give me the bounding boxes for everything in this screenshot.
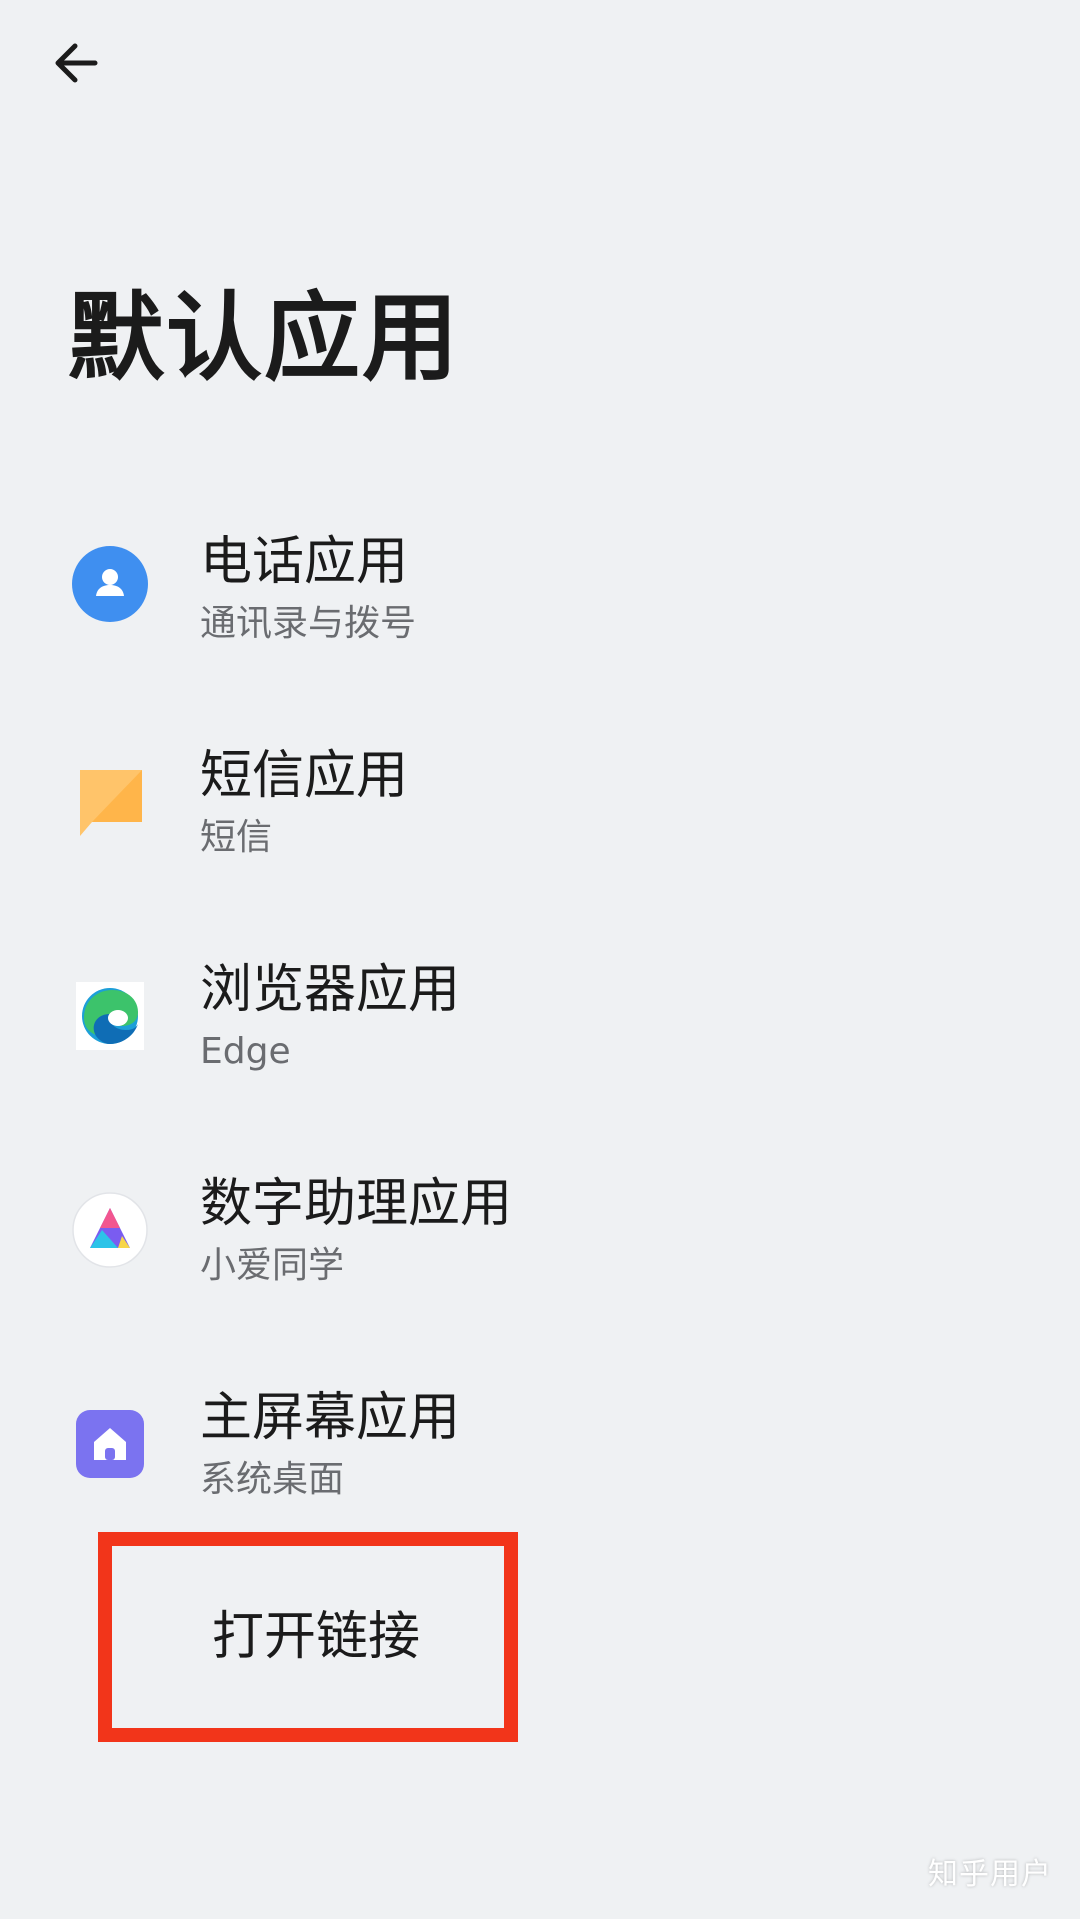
arrow-left-icon bbox=[51, 37, 103, 93]
open-links-label: 打开链接 bbox=[212, 1607, 421, 1667]
item-title: 短信应用 bbox=[200, 746, 409, 806]
item-subtitle: 通讯录与拨号 bbox=[200, 603, 417, 644]
watermark: 知乎用户 bbox=[928, 1857, 1052, 1892]
xiaoai-assistant-icon bbox=[72, 1192, 148, 1268]
item-subtitle: 小爱同学 bbox=[200, 1245, 345, 1286]
edge-browser-icon bbox=[72, 978, 148, 1054]
page-title: 默认应用 bbox=[68, 282, 460, 394]
list-item-assistant-app[interactable]: 数字助理应用 小爱同学 bbox=[0, 1152, 1080, 1352]
item-subtitle: 短信 bbox=[200, 817, 273, 858]
item-title: 主屏幕应用 bbox=[200, 1388, 461, 1448]
item-title: 浏览器应用 bbox=[200, 960, 461, 1020]
open-links-item[interactable]: 打开链接 bbox=[98, 1532, 518, 1742]
contacts-icon bbox=[72, 546, 148, 622]
home-launcher-icon bbox=[72, 1406, 148, 1482]
back-button[interactable] bbox=[40, 28, 114, 102]
list-item-browser-app[interactable]: 浏览器应用 Edge bbox=[0, 938, 1080, 1138]
item-title: 数字助理应用 bbox=[200, 1174, 513, 1234]
list-item-sms-app[interactable]: 短信应用 短信 bbox=[0, 724, 1080, 924]
item-subtitle: Edge bbox=[200, 1031, 291, 1072]
message-icon bbox=[72, 764, 148, 840]
list-item-phone-app[interactable]: 电话应用 通讯录与拨号 bbox=[0, 510, 1080, 710]
item-title: 电话应用 bbox=[200, 532, 409, 592]
item-subtitle: 系统桌面 bbox=[200, 1459, 345, 1500]
